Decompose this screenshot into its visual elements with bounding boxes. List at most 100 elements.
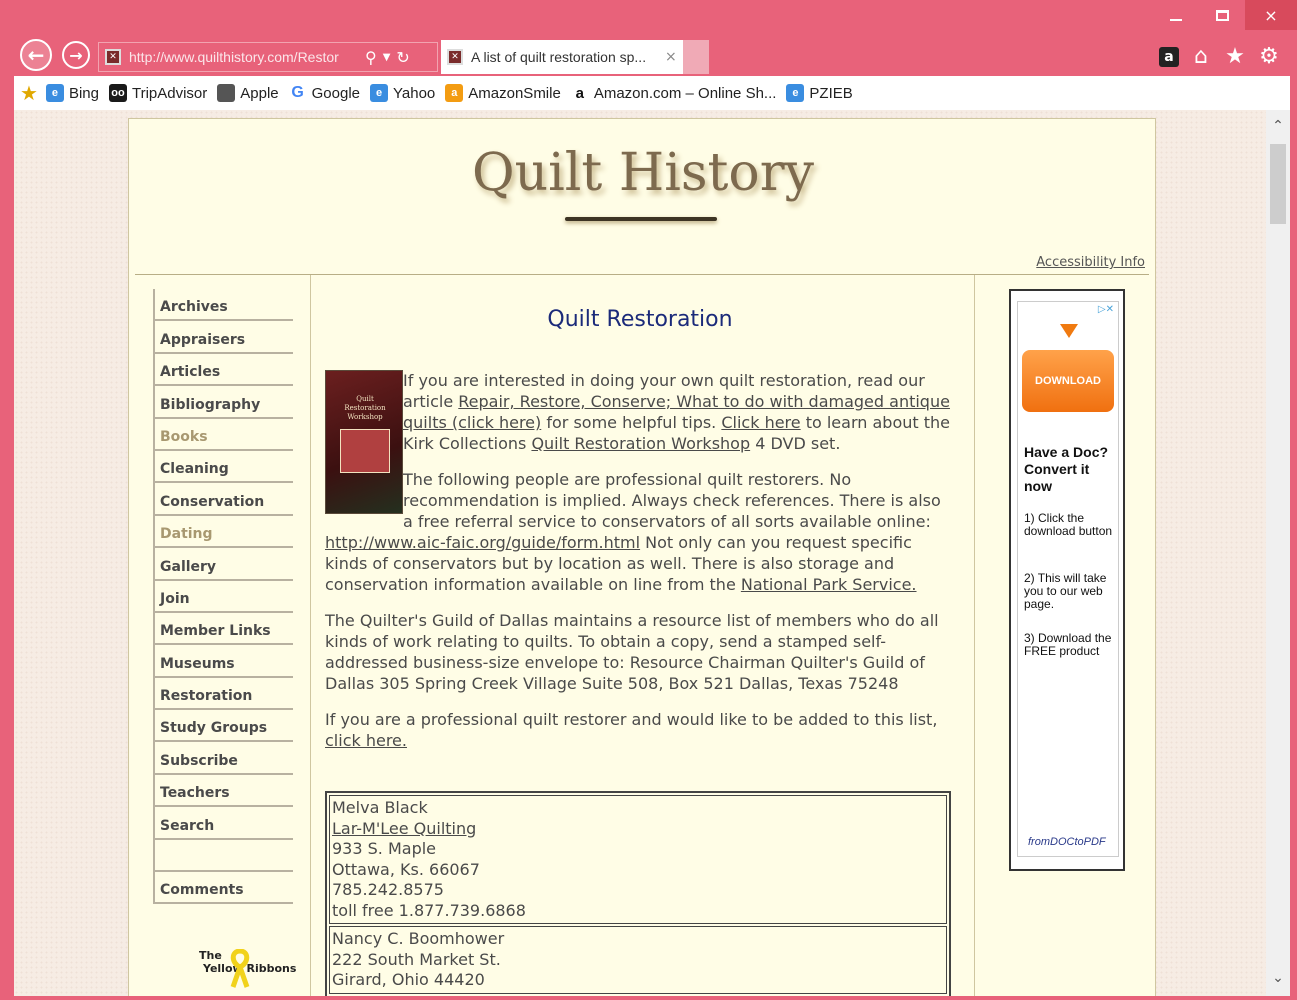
- restorer-phone: 785.242.8575: [332, 880, 444, 899]
- tripadvisor-icon: oo: [108, 84, 127, 102]
- restorer-name: Nancy C. Boomhower: [332, 929, 505, 948]
- header-divider: [135, 274, 1149, 275]
- forward-button[interactable]: →: [62, 41, 90, 69]
- maximize-button[interactable]: [1199, 0, 1245, 30]
- fav-label: Google: [311, 84, 361, 102]
- minimize-icon: [1170, 19, 1182, 21]
- dropdown-arrow-icon[interactable]: ▼: [383, 52, 391, 63]
- ad-headline-2: Convert it: [1024, 461, 1090, 477]
- workshop-link[interactable]: Quilt Restoration Workshop: [531, 434, 750, 453]
- business-cell: Lar-M'Lee Quilting: [332, 819, 944, 840]
- adchoices-icon[interactable]: ▷✕: [1098, 304, 1114, 315]
- sidebar-item-bibliography[interactable]: Bibliography: [153, 386, 293, 419]
- ad-step-3: 3) Download the FREE product: [1024, 631, 1112, 658]
- close-window-button[interactable]: ×: [1245, 0, 1297, 30]
- fav-label: AmazonSmile: [468, 84, 561, 102]
- forward-arrow-icon: →: [69, 45, 83, 65]
- sidebar-item-books[interactable]: Books: [153, 418, 293, 451]
- scroll-up-icon[interactable]: ⌃: [1266, 118, 1290, 134]
- ad-download-button[interactable]: DOWNLOAD: [1022, 350, 1114, 412]
- sidebar-item-articles[interactable]: Articles: [153, 353, 293, 387]
- intro-paragraph: Quilt Restoration Workshop If you are in…: [325, 370, 955, 514]
- aic-link[interactable]: http://www.aic-faic.org/guide/form.html: [325, 533, 640, 552]
- fav-label: TripAdvisor: [131, 84, 208, 102]
- fav-tripadvisor[interactable]: oo TripAdvisor: [108, 84, 208, 102]
- fav-amazon[interactable]: a Amazon.com – Online Sh...: [570, 84, 776, 102]
- fav-amazonsmile[interactable]: a AmazonSmile: [445, 84, 561, 102]
- fav-bing[interactable]: e Bing: [45, 84, 99, 102]
- accessibility-info-link[interactable]: Accessibility Info: [1036, 255, 1145, 270]
- site-favicon: ✕: [105, 49, 121, 65]
- tab-favicon: ✕: [447, 49, 463, 65]
- business-link[interactable]: Lar-M'Lee Quilting: [332, 819, 476, 838]
- page-container: Quilt History Accessibility Info Archive…: [128, 118, 1156, 996]
- fav-apple[interactable]: Apple: [217, 84, 279, 102]
- favorites-star-icon[interactable]: ★: [1223, 44, 1247, 69]
- down-arrow-icon: [1060, 324, 1078, 338]
- fav-yahoo[interactable]: e Yahoo: [370, 84, 435, 102]
- sidebar-item-subscribe[interactable]: Subscribe: [153, 742, 293, 775]
- refresh-icon[interactable]: ↻: [396, 48, 409, 67]
- dvd-cover-title: Quilt Restoration Workshop: [344, 395, 386, 421]
- sidebar-item-archives[interactable]: Archives: [153, 289, 293, 322]
- scroll-thumb[interactable]: [1270, 144, 1286, 224]
- close-icon: ×: [1264, 5, 1278, 25]
- sidebar-item-join[interactable]: Join: [153, 580, 293, 613]
- sidebar-item-member-links[interactable]: Member Links: [153, 612, 293, 646]
- ie-icon: e: [45, 84, 64, 102]
- sidebar-item-museums[interactable]: Museums: [153, 645, 293, 678]
- tab-active[interactable]: ✕ A list of quilt restoration sp... ×: [441, 40, 683, 74]
- ad-step-1: 1) Click the download button: [1024, 511, 1113, 538]
- main-content: Quilt Restoration Quilt Restoration Work…: [325, 289, 955, 996]
- tab-close-icon[interactable]: ×: [665, 49, 677, 65]
- title-divider: [565, 217, 717, 221]
- sidebar-item-restoration[interactable]: Restoration: [153, 677, 293, 711]
- url-text[interactable]: http://www.quilthistory.com/Restor: [129, 49, 359, 65]
- ad-banner[interactable]: ▷✕ DOWNLOAD Have a Doc? Convert it now 1…: [1009, 289, 1125, 871]
- home-icon[interactable]: ⌂: [1189, 44, 1213, 69]
- page-heading: Quilt Restoration: [547, 307, 733, 332]
- fav-pzieb[interactable]: e PZIEB: [786, 84, 853, 102]
- amazon-icon: a: [570, 84, 589, 102]
- sidebar-item-cleaning[interactable]: Cleaning: [153, 450, 293, 484]
- ad-headline-3: now: [1024, 478, 1052, 494]
- sidebar-item-comments[interactable]: Comments: [153, 872, 293, 905]
- sidebar-nav: Archives Appraisers Articles Bibliograph…: [153, 289, 293, 905]
- sidebar-item-search[interactable]: Search: [153, 807, 293, 840]
- text-span: for some helpful tips.: [541, 413, 722, 432]
- sidebar-item-appraisers[interactable]: Appraisers: [153, 321, 293, 354]
- dvd-cover-image[interactable]: Quilt Restoration Workshop: [325, 370, 403, 514]
- vertical-scrollbar[interactable]: ⌃ ⌄: [1266, 110, 1290, 996]
- sidebar-item-teachers[interactable]: Teachers: [153, 774, 293, 808]
- fav-google[interactable]: G Google: [288, 84, 361, 102]
- amazon-icon[interactable]: a: [1159, 46, 1179, 67]
- guild-paragraph: The Quilter's Guild of Dallas maintains …: [325, 611, 939, 693]
- ad-step-2: 2) This will take you to our web page.: [1024, 571, 1107, 611]
- sidebar-item-study-groups[interactable]: Study Groups: [153, 710, 293, 743]
- click-here-link[interactable]: Click here: [721, 413, 800, 432]
- add-favorites-icon[interactable]: ★: [20, 81, 38, 105]
- click-here-add-link[interactable]: click here.: [325, 731, 407, 750]
- text-span: 4 DVD set.: [750, 434, 841, 453]
- scroll-down-icon[interactable]: ⌄: [1266, 970, 1290, 986]
- table-row: Nancy C. Boomhower 222 South Market St. …: [329, 926, 947, 994]
- sidebar-item-gallery[interactable]: Gallery: [153, 548, 293, 581]
- table-row: Melva Black Lar-M'Lee Quilting 933 S. Ma…: [329, 795, 947, 924]
- sidebar-item-blank: [153, 839, 293, 873]
- fav-label: Yahoo: [393, 84, 436, 102]
- column-divider: [310, 275, 311, 996]
- address-bar[interactable]: ✕ http://www.quilthistory.com/Restor ⚲ ▼…: [98, 42, 438, 72]
- site-title: Quilt History: [472, 143, 814, 203]
- national-park-service-link[interactable]: National Park Service.: [741, 575, 917, 594]
- new-tab-button[interactable]: [683, 40, 709, 74]
- search-icon[interactable]: ⚲: [365, 48, 377, 67]
- back-button[interactable]: ←: [20, 39, 52, 71]
- sidebar-item-dating[interactable]: Dating: [153, 515, 293, 549]
- browser-navigation: ← → ✕ http://www.quilthistory.com/Restor…: [0, 38, 1297, 76]
- sidebar-item-conservation[interactable]: Conservation: [153, 483, 293, 516]
- minimize-button[interactable]: [1153, 0, 1199, 30]
- yellow-ribbon-icon[interactable]: [229, 949, 251, 989]
- ad-footer-logo: fromDOCtoPDF: [1028, 836, 1106, 848]
- settings-gear-icon[interactable]: ⚙: [1257, 44, 1281, 69]
- column-divider: [974, 275, 975, 996]
